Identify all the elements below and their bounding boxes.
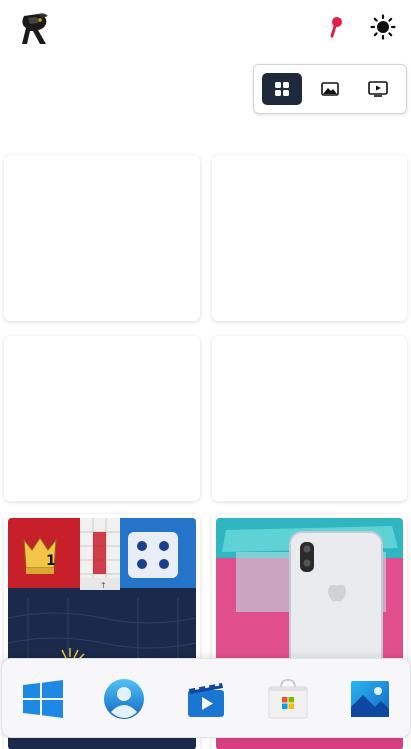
view-mode-toggle (253, 64, 407, 114)
image-icon (321, 82, 339, 96)
slideshow-icon (368, 81, 388, 97)
svg-text:↑: ↑ (100, 581, 107, 590)
user-account-icon[interactable] (102, 677, 146, 721)
header (0, 0, 411, 60)
raven-logo-icon[interactable] (18, 10, 54, 50)
gallery-card-placeholder[interactable] (4, 155, 200, 321)
svg-text:1: 1 (46, 553, 56, 569)
gallery-card-placeholder[interactable] (212, 336, 407, 501)
gallery-card-placeholder[interactable] (4, 336, 200, 501)
grid-icon (275, 82, 289, 96)
sun-icon[interactable] (369, 13, 397, 41)
gallery-card-placeholder[interactable] (212, 155, 407, 321)
location-pin-icon[interactable] (326, 14, 346, 40)
windows-start-icon[interactable] (21, 677, 65, 721)
photos-icon[interactable] (348, 677, 392, 721)
microsoft-store-icon[interactable] (266, 677, 310, 721)
video-player-icon[interactable] (184, 677, 228, 721)
image-view-button[interactable] (310, 73, 350, 105)
slideshow-view-button[interactable] (358, 73, 398, 105)
taskbar (1, 658, 411, 738)
grid-view-button[interactable] (262, 73, 302, 105)
